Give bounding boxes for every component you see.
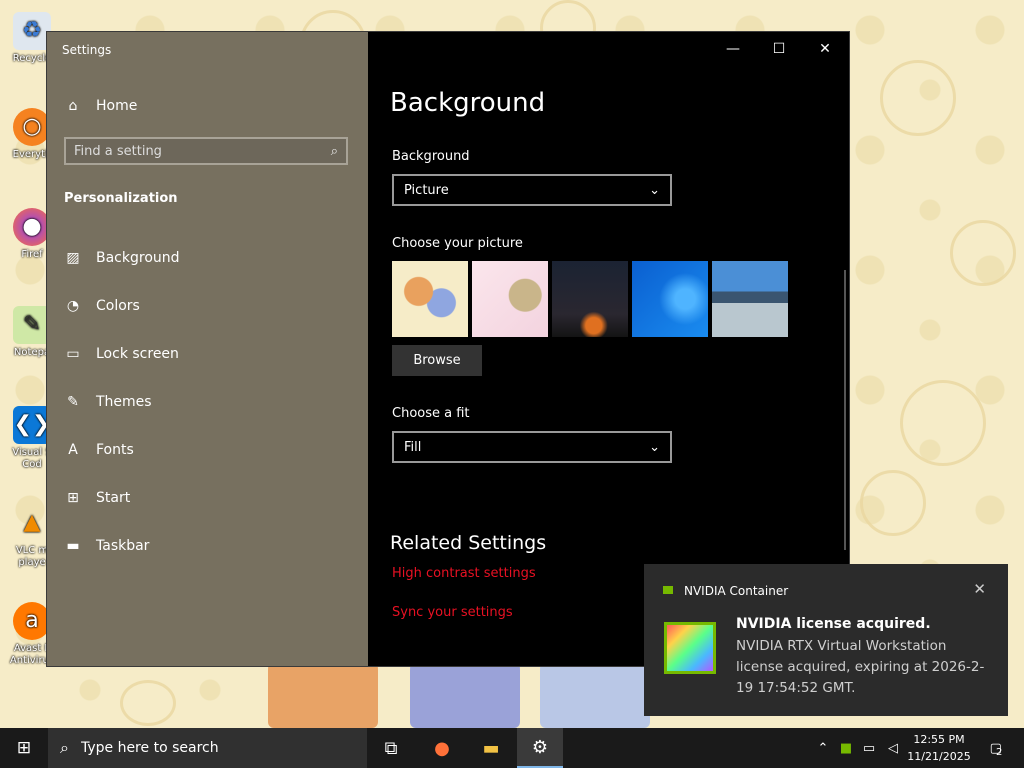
chevron-down-icon: ⌄ (649, 182, 660, 198)
nvidia-icon: ■ (839, 740, 853, 756)
network-icon: ▭ (862, 740, 876, 756)
firefox-icon: ● (13, 208, 51, 246)
search-icon: ⌕ (330, 143, 338, 159)
close-button[interactable]: ✕ (802, 32, 848, 66)
toast-close-button[interactable]: ✕ (973, 580, 986, 598)
vscode-icon: ❮❯ (13, 406, 51, 444)
background-type-dropdown[interactable]: Picture ⌄ (392, 174, 672, 206)
maximize-button[interactable]: ☐ (756, 32, 802, 66)
toast-app-name: NVIDIA Container (684, 584, 789, 598)
themes-icon: ✎ (67, 394, 79, 410)
picture-thumbnail-anime-girl[interactable] (472, 261, 548, 337)
picture-thumbnail-beach[interactable] (712, 261, 788, 337)
taskbar: ⊞ ⌕ ⧉ ● ▬ ⚙ ⌃ ■ ▭ ◁ 12:55 PM 11/21/2025 … (0, 728, 1024, 768)
background-type-value: Picture (404, 182, 449, 198)
sidebar-item-label: Colors (96, 298, 140, 314)
tray-network[interactable]: ▭ (858, 728, 880, 768)
section-title: Personalization (64, 191, 178, 206)
browse-button[interactable]: Browse (392, 345, 482, 376)
tray-volume[interactable]: ◁ (882, 728, 904, 768)
taskbar-firefox[interactable]: ● (419, 728, 465, 768)
fonts-icon: A (68, 442, 78, 458)
picture-thumbnail-night-sky[interactable] (552, 261, 628, 337)
settings-sidebar: Settings ⌂ Home ⌕ Personalization ▨ Back… (47, 32, 368, 666)
volume-muted-icon: ◁ (888, 740, 898, 756)
sidebar-item-colors[interactable]: ◔ Colors (47, 288, 368, 324)
start-icon: ⊞ (67, 490, 79, 506)
search-input[interactable] (74, 143, 331, 159)
firefox-icon: ● (434, 737, 450, 759)
minimize-button[interactable]: — (710, 32, 756, 66)
home-icon: ⌂ (68, 98, 78, 114)
picture-icon: ▨ (66, 250, 80, 266)
nav-home[interactable]: ⌂ Home (47, 88, 368, 124)
sidebar-item-fonts[interactable]: A Fonts (47, 432, 368, 468)
choose-fit-label: Choose a fit (392, 406, 470, 421)
notification-count: 2 (995, 746, 1003, 758)
everything-search-icon: ○ (13, 108, 51, 146)
sidebar-item-themes[interactable]: ✎ Themes (47, 384, 368, 420)
sidebar-item-label: Themes (96, 394, 152, 410)
start-button[interactable]: ⊞ (0, 728, 48, 768)
tray-nvidia[interactable]: ■ (836, 728, 856, 768)
choose-fit-value: Fill (404, 439, 422, 455)
folder-icon: ▬ (482, 737, 500, 759)
taskbar-settings[interactable]: ⚙ (517, 728, 563, 768)
sidebar-item-label: Background (96, 250, 180, 266)
choose-picture-label: Choose your picture (392, 236, 523, 251)
high-contrast-settings-link[interactable]: High contrast settings (392, 566, 536, 581)
palette-icon: ◔ (66, 298, 80, 314)
picture-thumbnail-windows-blue[interactable] (632, 261, 708, 337)
related-settings-title: Related Settings (390, 532, 547, 554)
lock-screen-icon: ▭ (66, 346, 80, 362)
nvidia-chip-icon (664, 622, 716, 674)
scrollbar[interactable] (844, 270, 846, 550)
chevron-down-icon: ⌄ (649, 439, 660, 455)
sidebar-item-start[interactable]: ⊞ Start (47, 480, 368, 516)
choose-fit-dropdown[interactable]: Fill ⌄ (392, 431, 672, 463)
sidebar-item-lock-screen[interactable]: ▭ Lock screen (47, 336, 368, 372)
page-title: Background (390, 88, 546, 118)
picture-thumbnail-cartoon-dogs[interactable] (392, 261, 468, 337)
sidebar-item-label: Start (96, 490, 131, 506)
background-type-label: Background (392, 149, 470, 164)
taskbar-file-explorer[interactable]: ▬ (468, 728, 514, 768)
picture-thumbnails (392, 261, 788, 337)
notepad-icon: ✎ (13, 306, 51, 344)
nav-home-label: Home (96, 98, 138, 114)
sidebar-item-label: Taskbar (96, 538, 150, 554)
sidebar-item-label: Fonts (96, 442, 134, 458)
window-title: Settings (62, 43, 112, 57)
task-view-icon: ⧉ (384, 737, 398, 759)
task-view-button[interactable]: ⧉ (368, 728, 414, 768)
sidebar-item-background[interactable]: ▨ Background (47, 240, 368, 276)
sidebar-item-label: Lock screen (96, 346, 179, 362)
sync-settings-link[interactable]: Sync your settings (392, 605, 513, 620)
taskbar-clock[interactable]: 12:55 PM 11/21/2025 (906, 731, 972, 765)
sidebar-item-taskbar[interactable]: ▬ Taskbar (47, 528, 368, 564)
notification-toast[interactable]: NVIDIA Container ✕ NVIDIA license acquir… (644, 564, 1008, 716)
avast-icon: a (13, 602, 51, 640)
toast-title: NVIDIA license acquired. (736, 616, 931, 632)
recycle-bin-icon: ♻ (13, 12, 51, 50)
taskbar-search-input[interactable] (78, 739, 343, 757)
chevron-up-icon: ⌃ (817, 740, 829, 756)
find-setting-search[interactable]: ⌕ (64, 137, 348, 165)
vlc-icon: ▲ (23, 510, 41, 535)
taskbar-search-box[interactable]: ⌕ (48, 728, 367, 768)
clock-time: 12:55 PM (913, 733, 965, 746)
show-hidden-icons-button[interactable]: ⌃ (812, 728, 834, 768)
windows-logo-icon: ⊞ (16, 738, 32, 758)
taskbar-icon: ▬ (66, 538, 80, 554)
action-center-button[interactable]: ▢ 2 (976, 728, 1016, 768)
gear-icon: ⚙ (531, 736, 549, 758)
nvidia-icon (663, 586, 673, 594)
search-icon: ⌕ (60, 738, 69, 757)
toast-body: NVIDIA RTX Virtual Workstation license a… (736, 638, 985, 696)
clock-date: 11/21/2025 (907, 750, 971, 763)
